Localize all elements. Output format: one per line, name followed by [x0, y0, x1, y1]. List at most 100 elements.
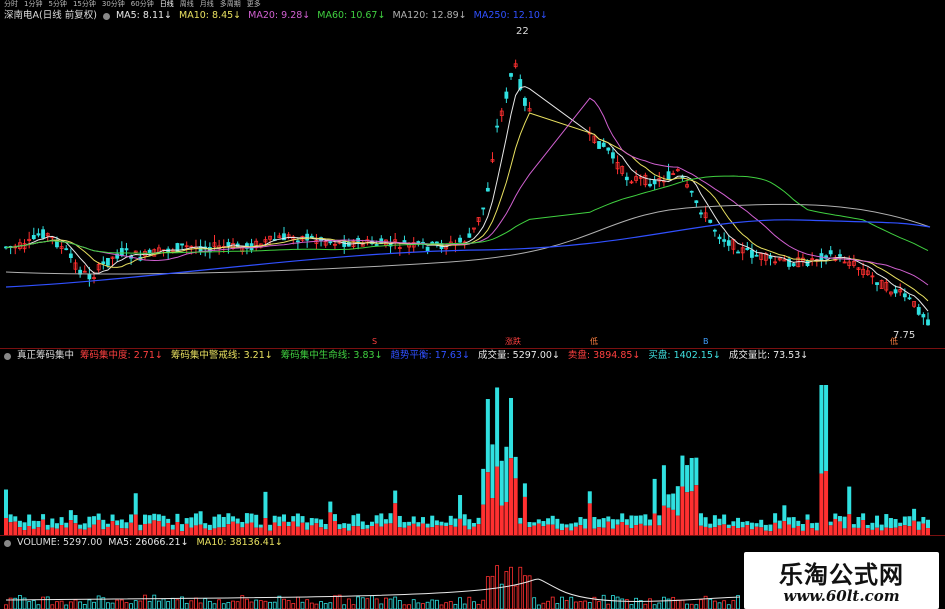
- period-tab[interactable]: 周线: [180, 0, 194, 9]
- buy-bar: [851, 524, 856, 528]
- stock-title[interactable]: 深南电A(日线 前复权): [4, 9, 97, 23]
- sell-bar: [685, 492, 690, 535]
- sell-bar: [536, 523, 541, 535]
- sell-bar: [875, 527, 880, 535]
- buy-bar: [833, 513, 838, 519]
- sell-bar: [926, 528, 930, 535]
- buy-bar: [712, 515, 717, 528]
- signal-marker: B: [703, 337, 709, 346]
- volume-bar: [231, 600, 235, 609]
- chip-indicator-title[interactable]: 真正筹码集中: [17, 349, 74, 363]
- sell-bar: [393, 503, 398, 535]
- period-tab[interactable]: 日线: [160, 0, 174, 9]
- sell-bar: [388, 523, 393, 535]
- buy-bar: [425, 523, 430, 528]
- volume-bar: [124, 602, 129, 609]
- volume-bar: [129, 603, 133, 609]
- sell-bar: [92, 524, 97, 535]
- sell-bar: [147, 523, 152, 535]
- buy-bar: [745, 521, 750, 526]
- volume-bar: [323, 603, 328, 609]
- volume-bar: [45, 596, 50, 609]
- sell-bar: [342, 528, 347, 535]
- sell-bar: [912, 520, 917, 535]
- period-tab[interactable]: 60分钟: [131, 0, 154, 9]
- sell-bar: [661, 505, 666, 535]
- period-tab[interactable]: 5分钟: [48, 0, 66, 9]
- volume-bar: [504, 571, 509, 609]
- buy-bar: [110, 514, 115, 522]
- sell-bar: [420, 523, 425, 535]
- sell-bar: [532, 525, 537, 535]
- sell-bar: [105, 526, 110, 535]
- period-tab[interactable]: 15分钟: [73, 0, 96, 9]
- sell-bar: [416, 526, 421, 535]
- buy-bar: [356, 513, 361, 527]
- volume-title[interactable]: VOLUME: 5297.00: [17, 536, 102, 550]
- period-tab[interactable]: 30分钟: [102, 0, 125, 9]
- sell-bar: [462, 525, 467, 535]
- sell-bar: [36, 527, 41, 535]
- volume-bar: [726, 604, 731, 609]
- volume-bar: [221, 603, 226, 609]
- volume-bar: [597, 601, 601, 609]
- chip-concentration-chart[interactable]: [0, 363, 945, 535]
- period-tab[interactable]: 更多: [247, 0, 261, 9]
- buy-bar: [277, 516, 282, 527]
- sell-bar: [541, 526, 546, 535]
- settings-dot-icon[interactable]: [4, 539, 11, 547]
- candle: [694, 200, 699, 204]
- sell-bar: [722, 524, 727, 535]
- volume-bar: [314, 603, 319, 609]
- volume-bar: [699, 599, 703, 609]
- buy-bar: [268, 524, 273, 531]
- buy-bar: [916, 521, 921, 530]
- volume-bar: [346, 598, 351, 609]
- buy-bar: [203, 523, 208, 529]
- volume-bar: [133, 600, 138, 609]
- settings-dot-icon[interactable]: [102, 12, 110, 20]
- buy-bar: [212, 516, 217, 529]
- volume-bar: [397, 600, 402, 609]
- buy-bar: [597, 519, 602, 528]
- buy-bar: [193, 513, 198, 526]
- sell-bar: [235, 523, 240, 535]
- candle: [64, 248, 69, 251]
- legend-value: MA10: 8.45↓: [179, 10, 242, 21]
- volume-bar: [207, 600, 212, 609]
- sell-bar: [907, 526, 912, 535]
- watermark-logo: 乐淘公式网 www.60lt.com: [744, 552, 939, 609]
- buy-bar: [370, 521, 375, 527]
- sell-bar: [624, 524, 629, 535]
- period-tab[interactable]: 分时: [4, 0, 18, 9]
- candlestick-chart[interactable]: S 涨跌低 B 低: [0, 22, 945, 348]
- sell-bar: [17, 527, 22, 535]
- volume-bar: [546, 600, 550, 609]
- sell-bar: [402, 527, 407, 535]
- volume-bar: [282, 598, 286, 609]
- period-tab[interactable]: 多周期: [220, 0, 241, 9]
- buy-bar: [471, 522, 476, 527]
- volume-bar: [17, 595, 22, 609]
- volume-bar: [717, 602, 722, 609]
- buy-bar: [420, 517, 425, 524]
- sell-bar: [59, 525, 64, 535]
- sell-bar: [411, 523, 416, 535]
- candle: [226, 242, 231, 247]
- settings-dot-icon[interactable]: [4, 352, 11, 360]
- candle: [523, 97, 527, 106]
- buy-bar: [13, 516, 18, 522]
- period-tab[interactable]: 月线: [200, 0, 214, 9]
- period-tab[interactable]: 1分钟: [24, 0, 42, 9]
- volume-bar: [662, 596, 666, 609]
- candle: [430, 241, 435, 244]
- buy-bar: [54, 523, 59, 529]
- candle: [689, 190, 694, 193]
- buy-bar: [675, 486, 680, 516]
- buy-bar: [791, 517, 796, 528]
- buy-bar: [527, 522, 532, 528]
- sell-bar: [291, 521, 296, 535]
- sell-bar: [597, 527, 602, 535]
- buy-bar: [856, 517, 861, 528]
- volume-bar: [55, 601, 59, 609]
